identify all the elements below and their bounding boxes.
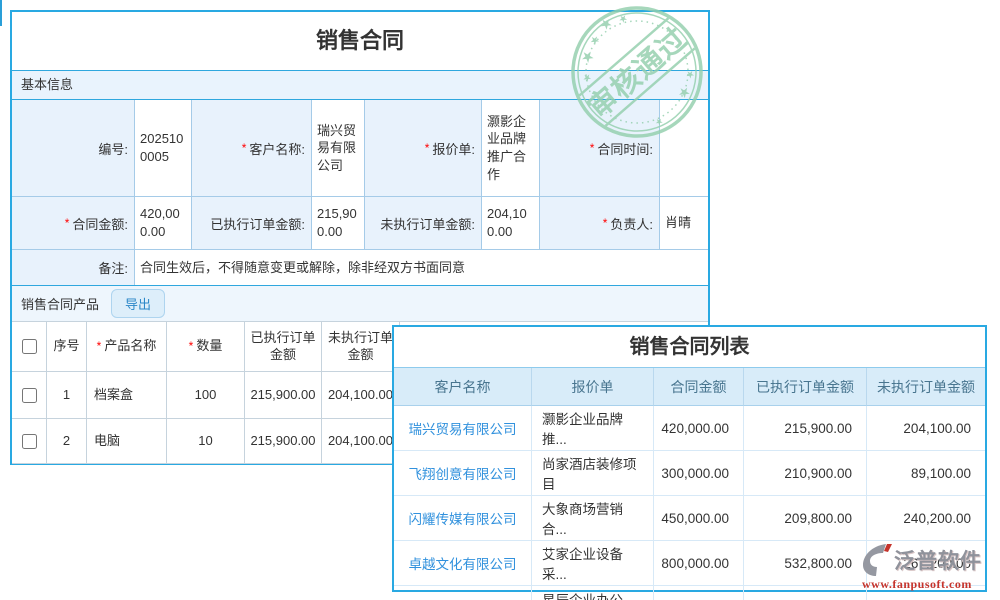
required-asterisk: *	[425, 141, 430, 155]
quote-value: 灏影企业品牌推广合作	[482, 100, 540, 197]
cell-qty: 10	[167, 419, 245, 464]
col-index: 序号	[47, 322, 87, 372]
contract-amount-value: 420,000.00	[135, 197, 192, 250]
contract-no-value: 2025100005	[135, 100, 192, 197]
cell-unexecuted: 204,100.00	[867, 406, 985, 451]
executed-amount-value: 215,900.00	[312, 197, 365, 250]
col-unexecuted: 未执行订单金额	[322, 322, 400, 372]
cell-executed: 532,800.00	[744, 541, 867, 586]
cell-quote: 尚家酒店装修项目	[532, 451, 654, 496]
owner-label: * 负责人:	[540, 197, 660, 250]
export-button[interactable]: 导出	[111, 289, 165, 318]
cell-executed: 176,000.00	[744, 586, 867, 600]
row-select-cell	[12, 419, 47, 464]
cell-amount: 500,000.00	[654, 586, 744, 600]
cell-amount: 300,000.00	[654, 451, 744, 496]
col-amount: 合同金额	[654, 368, 744, 406]
col-executed: 已执行订单金额	[245, 322, 322, 372]
list-title: 销售合同列表	[394, 327, 985, 368]
owner-value: 肖晴	[660, 197, 708, 250]
contract-no-label: 编号:	[12, 100, 135, 197]
form-title: 销售合同	[12, 12, 708, 70]
customer-name-value: 瑞兴贸易有限公司	[312, 100, 365, 197]
contract-date-value	[660, 100, 708, 197]
customer-link[interactable]: 卓越文化有限公司	[394, 541, 532, 586]
col-product-name: * 产品名称	[87, 322, 167, 372]
col-executed: 已执行订单金额	[744, 368, 867, 406]
screen-edge-artifact	[0, 0, 2, 26]
fanpu-watermark: 泛普软件 www.fanpusoft.com	[862, 543, 994, 592]
remark-label: 备注:	[12, 250, 135, 285]
required-asterisk: *	[590, 141, 595, 155]
contract-date-label: * 合同时间:	[540, 100, 660, 197]
required-asterisk: *	[65, 216, 70, 230]
cell-quote: 大象商场营销合...	[532, 496, 654, 541]
required-asterisk: *	[242, 141, 247, 155]
cell-product-name: 电脑	[87, 419, 167, 464]
cell-unexecuted: 240,200.00	[867, 496, 985, 541]
customer-link[interactable]: 闪耀传媒有限公司	[394, 496, 532, 541]
required-asterisk: *	[189, 339, 194, 355]
cell-executed: 215,900.00	[245, 419, 322, 464]
row-checkbox[interactable]	[22, 388, 37, 403]
watermark-brand: 泛普软件	[894, 545, 982, 575]
cell-product-name: 档案盒	[87, 372, 167, 419]
basic-info-section-header: 基本信息	[12, 70, 708, 100]
cell-executed: 215,900.00	[245, 372, 322, 419]
cell-executed: 210,900.00	[744, 451, 867, 496]
cell-unexecuted: 204,100.00	[322, 419, 400, 464]
cell-index: 2	[47, 419, 87, 464]
quote-label: * 报价单:	[365, 100, 482, 197]
cell-executed: 215,900.00	[744, 406, 867, 451]
watermark-url: www.fanpusoft.com	[862, 577, 994, 592]
contract-amount-label: * 合同金额:	[12, 197, 135, 250]
col-unexecuted: 未执行订单金额	[867, 368, 985, 406]
col-quote: 报价单	[532, 368, 654, 406]
customer-link[interactable]: 星辰有限公司	[394, 586, 532, 600]
basic-info-grid: 编号: 2025100005 * 客户名称: 瑞兴贸易有限公司 * 报价单: 灏…	[12, 100, 708, 285]
cell-qty: 100	[167, 372, 245, 419]
customer-name-label: * 客户名称:	[192, 100, 312, 197]
cell-unexecuted: 89,100.00	[867, 451, 985, 496]
screen: 销售合同 基本信息 编号: 2025100005 * 客户名称: 瑞兴贸易有限公…	[0, 0, 1000, 600]
executed-amount-label: 已执行订单金额:	[192, 197, 312, 250]
unexecuted-amount-label: 未执行订单金额:	[365, 197, 482, 250]
cell-index: 1	[47, 372, 87, 419]
select-all-cell	[12, 322, 47, 372]
col-customer: 客户名称	[394, 368, 532, 406]
row-select-cell	[12, 372, 47, 419]
cell-executed: 209,800.00	[744, 496, 867, 541]
col-qty: * 数量	[167, 322, 245, 372]
required-asterisk: *	[603, 216, 608, 230]
cell-amount: 450,000.00	[654, 496, 744, 541]
cell-quote: 星辰企业办公设...	[532, 586, 654, 600]
remark-value: 合同生效后，不得随意变更或解除，除非经双方书面同意	[135, 250, 708, 285]
required-asterisk: *	[97, 339, 102, 355]
customer-link[interactable]: 飞翔创意有限公司	[394, 451, 532, 496]
customer-link[interactable]: 瑞兴贸易有限公司	[394, 406, 532, 451]
row-checkbox[interactable]	[22, 434, 37, 449]
cell-unexecuted: 204,100.00	[322, 372, 400, 419]
unexecuted-amount-value: 204,100.00	[482, 197, 540, 250]
fanpu-logo-icon	[862, 543, 892, 577]
cell-quote: 艾家企业设备采...	[532, 541, 654, 586]
products-section-header: 销售合同产品 导出	[12, 285, 708, 321]
cell-amount: 800,000.00	[654, 541, 744, 586]
cell-amount: 420,000.00	[654, 406, 744, 451]
select-all-checkbox[interactable]	[22, 339, 37, 354]
cell-quote: 灏影企业品牌推...	[532, 406, 654, 451]
products-section-title: 销售合同产品	[21, 294, 99, 313]
